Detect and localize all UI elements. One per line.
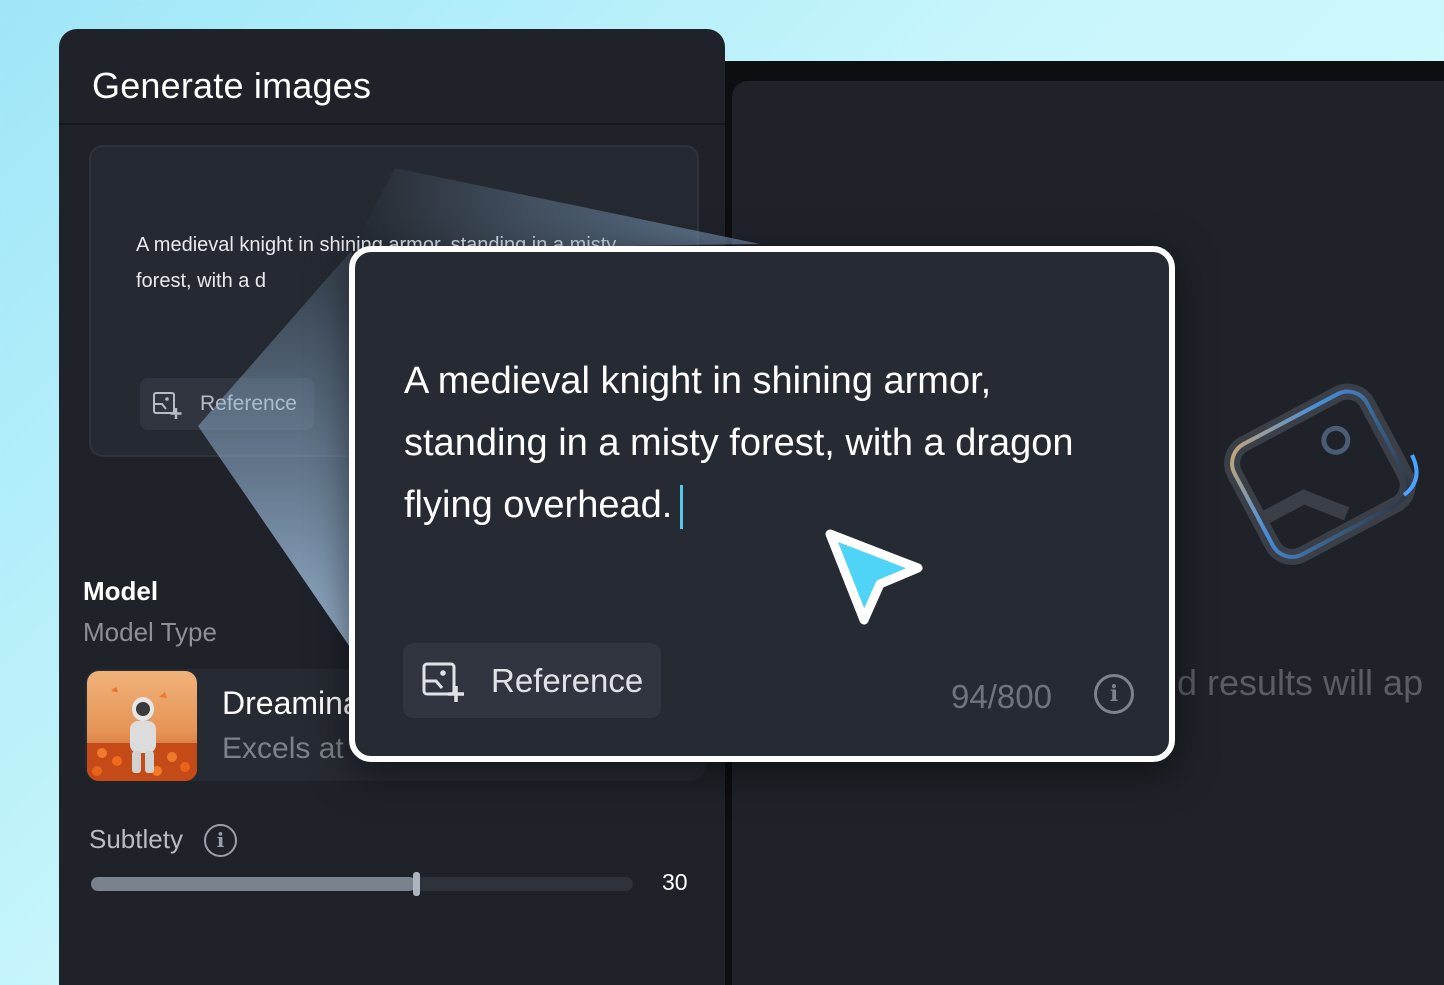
- subtlety-slider[interactable]: [91, 872, 633, 896]
- panel-header: Generate images: [59, 29, 725, 125]
- image-placeholder-icon: [1224, 383, 1419, 565]
- reference-button[interactable]: Reference: [140, 378, 314, 430]
- reference-button-zoomed[interactable]: Reference: [403, 643, 661, 718]
- reference-label: Reference: [491, 662, 644, 699]
- page-title: Generate images: [92, 65, 372, 106]
- results-placeholder: d results will ap: [1173, 640, 1444, 720]
- model-type-label: Model Type: [83, 617, 217, 647]
- info-icon[interactable]: i: [1094, 674, 1134, 714]
- results-placeholder-text: d results will ap: [1177, 662, 1424, 703]
- zoomed-prompt-card[interactable]: A medieval knight in shining armor, stan…: [349, 246, 1175, 762]
- slider-handle[interactable]: [413, 872, 421, 896]
- slider-fill: [91, 877, 417, 891]
- add-image-icon: [153, 392, 182, 419]
- subtlety-label: Subtlety: [89, 824, 183, 854]
- model-name: Dreamina: [222, 685, 361, 721]
- subtlety-value: 30: [662, 869, 688, 895]
- model-heading: Model: [83, 576, 159, 606]
- char-counter: 94/800: [951, 678, 1052, 715]
- reference-label: Reference: [200, 392, 297, 415]
- zoomed-prompt-content: A medieval knight in shining armor, stan…: [404, 360, 1074, 526]
- text-caret: [680, 484, 684, 529]
- model-thumbnail: [87, 671, 197, 781]
- zoomed-prompt-text[interactable]: A medieval knight in shining armor, stan…: [404, 350, 1144, 536]
- cursor-arrow-icon: [825, 529, 923, 625]
- model-description: Excels at: [222, 732, 344, 765]
- info-icon[interactable]: i: [204, 824, 237, 857]
- add-image-icon: [422, 662, 464, 702]
